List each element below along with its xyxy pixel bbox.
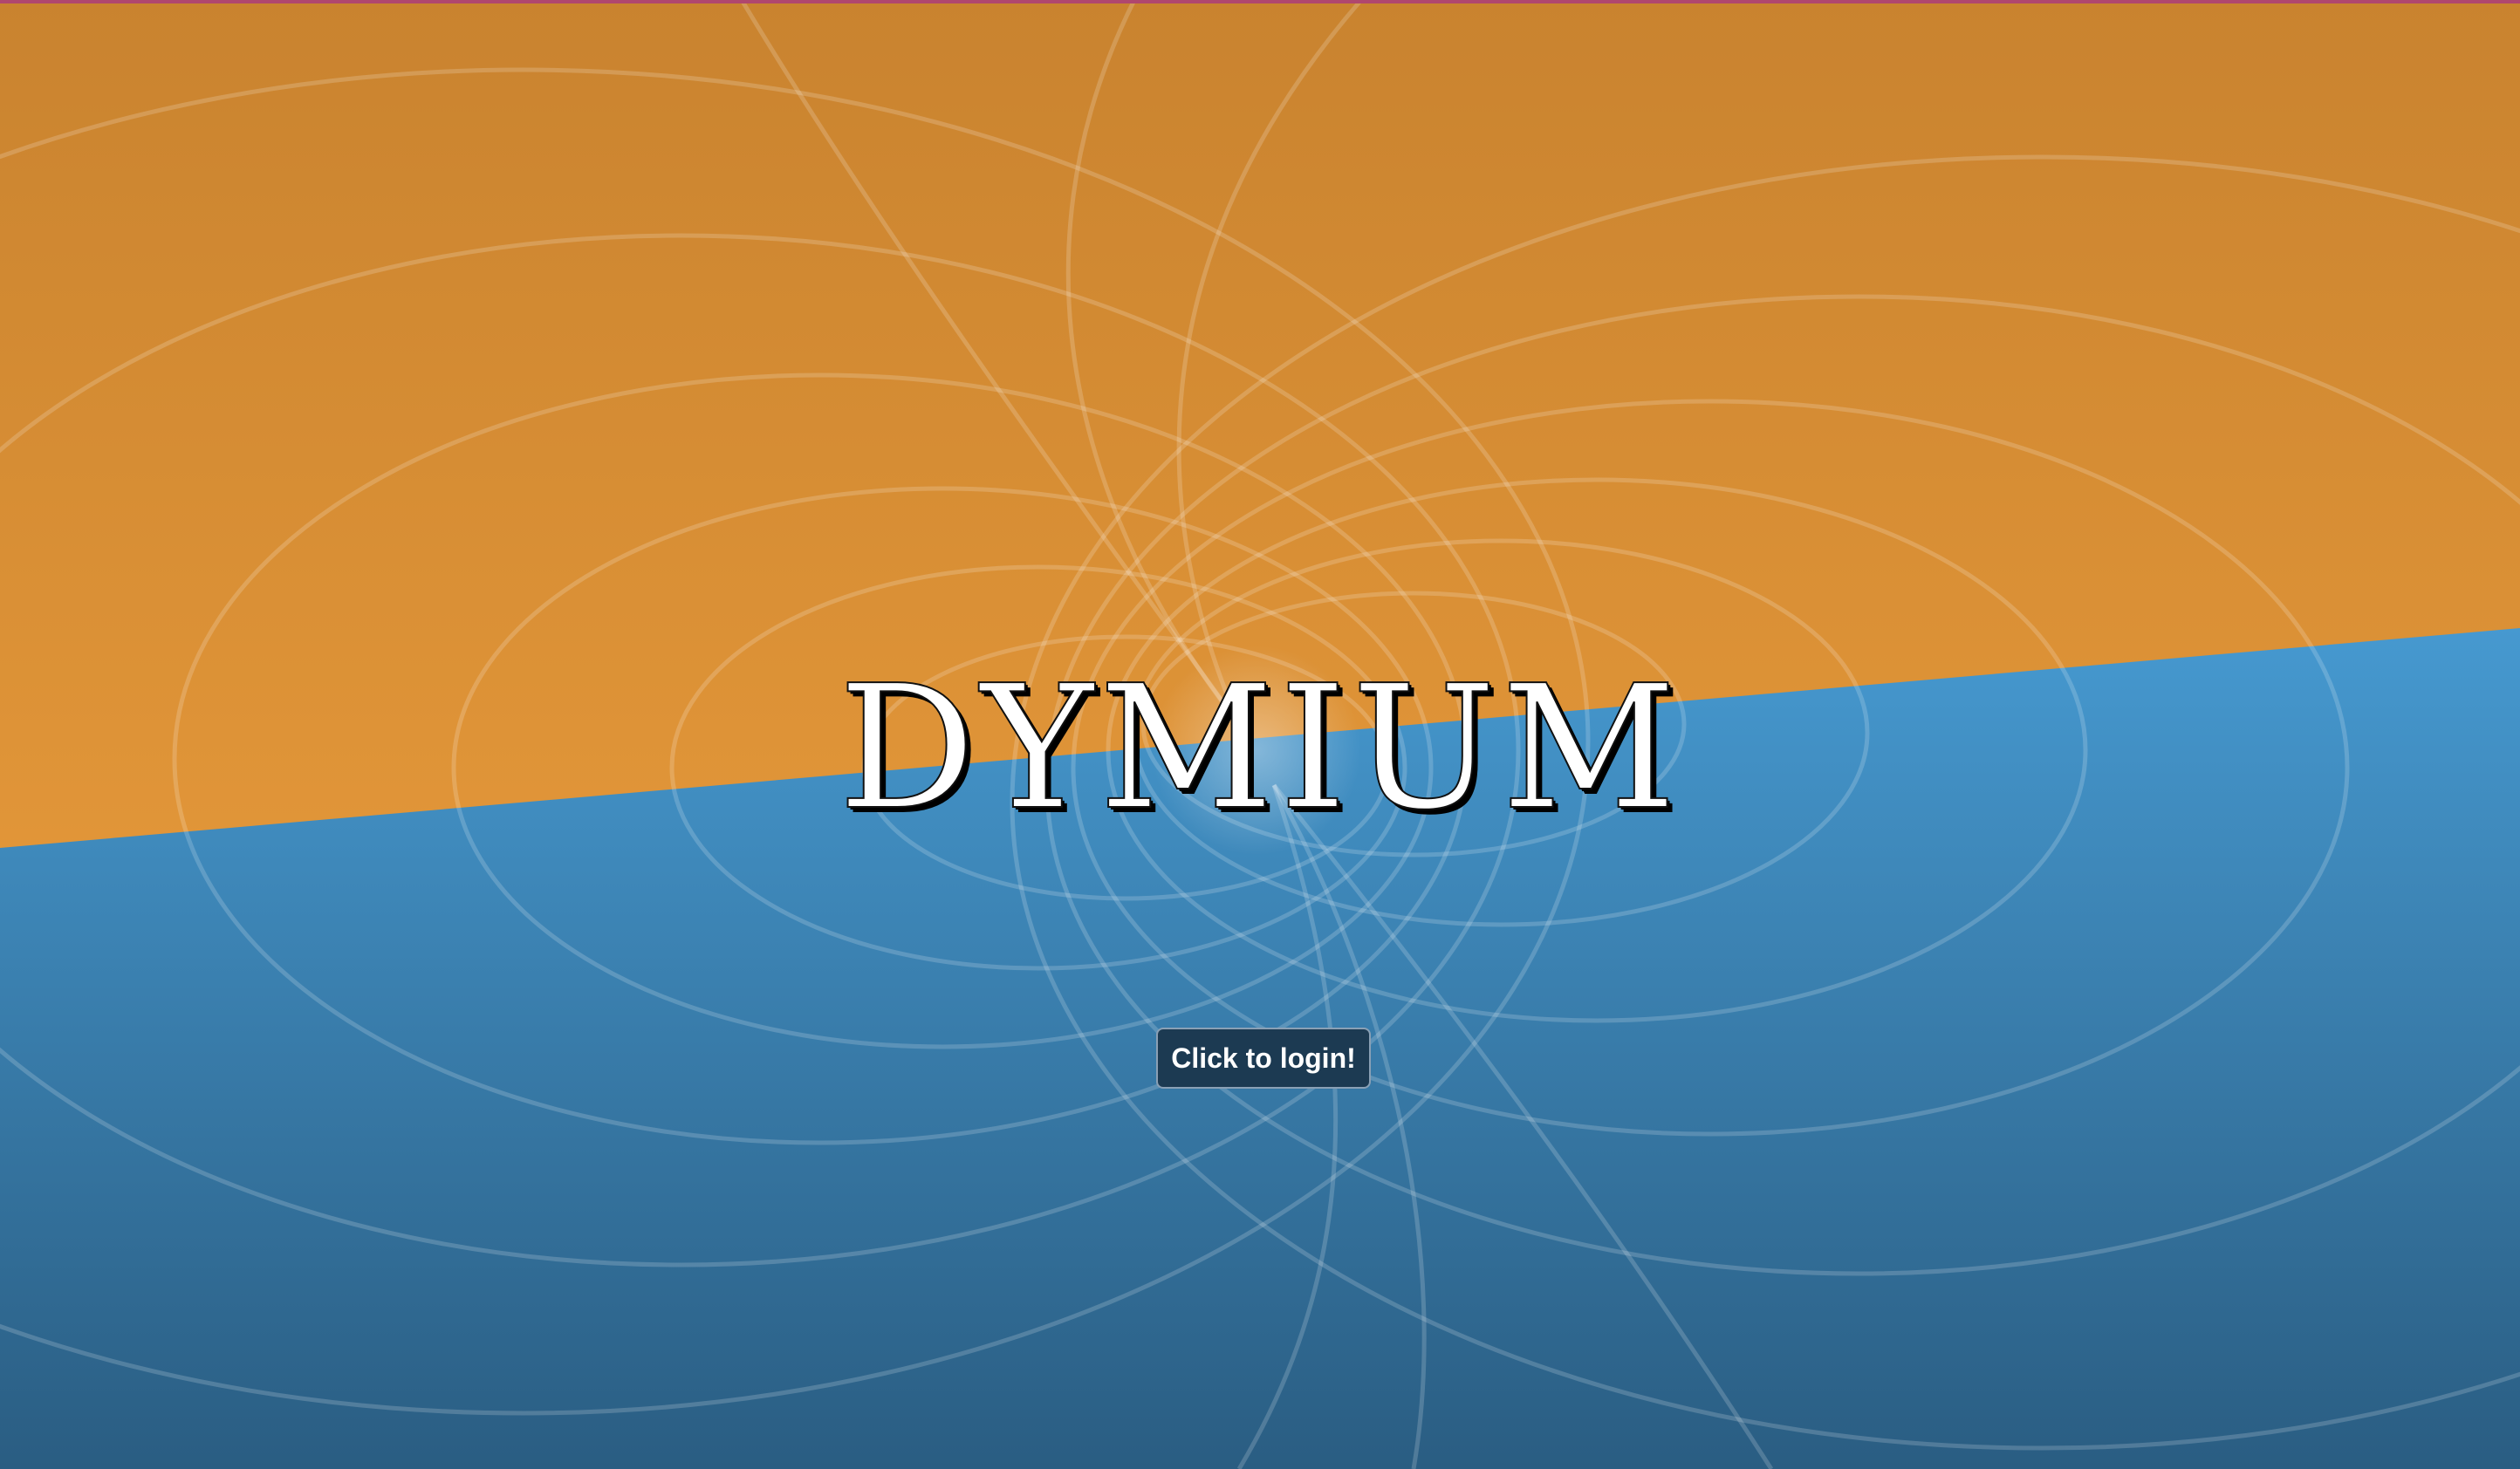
- login-page: DYMIUM Click to login!: [0, 0, 2520, 1469]
- brand-wordmark: DYMIUM: [838, 649, 1682, 848]
- login-button[interactable]: Click to login!: [1156, 1028, 1371, 1089]
- top-accent-bar: [0, 0, 2520, 3]
